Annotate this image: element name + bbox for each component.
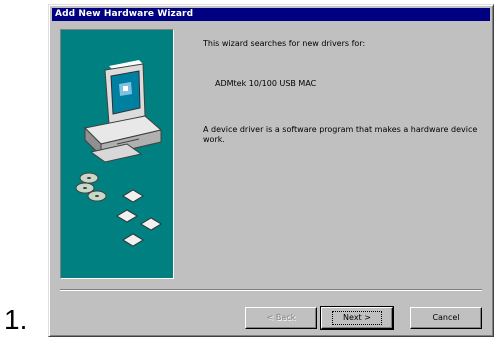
cd-icon bbox=[75, 172, 107, 202]
wizard-illustration-panel bbox=[60, 29, 174, 279]
intro-text: This wizard searches for new drivers for… bbox=[203, 39, 366, 48]
list-number: 1. bbox=[4, 304, 28, 335]
page: 1. Add New Hardware Wizard This wizard s… bbox=[0, 0, 497, 341]
window-title: Add New Hardware Wizard bbox=[55, 9, 194, 19]
computer-with-cds-and-floppies-icon bbox=[75, 60, 163, 247]
next-button-label: Next > bbox=[332, 311, 382, 325]
device-name: ADMtek 10/100 USB MAC bbox=[215, 79, 317, 88]
next-button[interactable]: Next > bbox=[320, 306, 394, 330]
title-bar[interactable]: Add New Hardware Wizard bbox=[52, 8, 490, 21]
cancel-button[interactable]: Cancel bbox=[410, 307, 482, 329]
back-button[interactable]: < Back bbox=[245, 307, 317, 329]
floppy-disk-icon bbox=[116, 189, 162, 247]
driver-description: A device driver is a software program th… bbox=[203, 125, 478, 144]
separator bbox=[60, 289, 482, 291]
wizard-dialog: Add New Hardware Wizard This wizard sear… bbox=[48, 4, 494, 337]
